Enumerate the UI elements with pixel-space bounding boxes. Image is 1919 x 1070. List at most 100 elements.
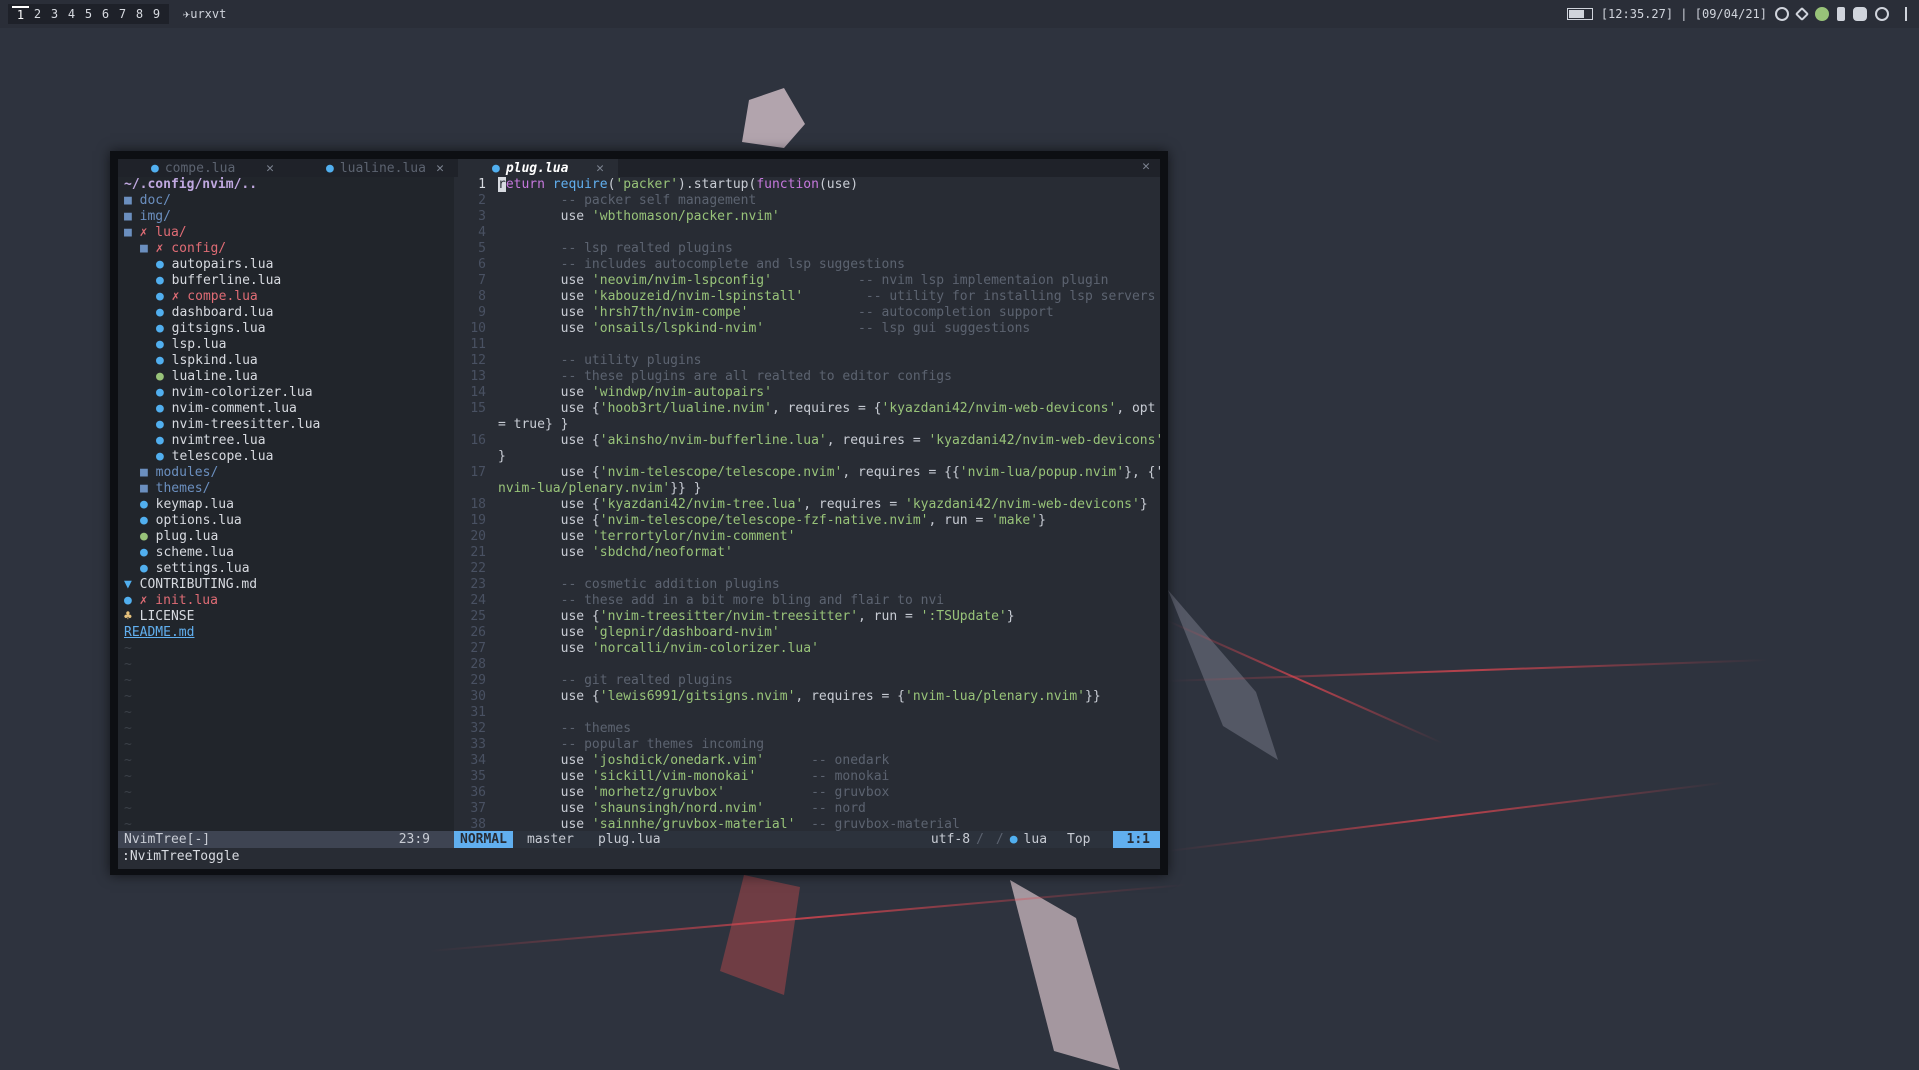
workspace-5[interactable]: 5	[80, 7, 97, 21]
code-buffer[interactable]: 1 return require('packer').startup(functi…	[454, 177, 1160, 831]
code-line[interactable]: 22	[454, 561, 1160, 577]
tree-entry[interactable]: ● lspkind.lua	[118, 353, 454, 369]
code-line[interactable]: 18 use {'kyazdani42/nvim-tree.lua', requ…	[454, 497, 1160, 513]
code-line[interactable]: 35 use 'sickill/vim-monokai' -- monokai	[454, 769, 1160, 785]
close-icon[interactable]: ✕	[436, 161, 444, 176]
code-line[interactable]: 2 -- packer self management	[454, 193, 1160, 209]
code-line[interactable]: 5 -- lsp realted plugins	[454, 241, 1160, 257]
code-line[interactable]: 15 use {'hoob3rt/lualine.nvim', requires…	[454, 401, 1160, 417]
tree-buffer-name: NvimTree[-]	[124, 832, 211, 847]
tree-entry[interactable]: ● nvim-colorizer.lua	[118, 385, 454, 401]
tab-lualine[interactable]: ● lualine.lua ✕	[288, 161, 458, 176]
code-line[interactable]: 36 use 'morhetz/gruvbox' -- gruvbox	[454, 785, 1160, 801]
code-line[interactable]: 20 use 'terrortylor/nvim-comment'	[454, 529, 1160, 545]
tray-app-icon[interactable]	[1815, 7, 1829, 21]
tree-entry[interactable]: ● nvimtree.lua	[118, 433, 454, 449]
tree-entry[interactable]: ● plug.lua	[118, 529, 454, 545]
code-line[interactable]: 30 use {'lewis6991/gitsigns.nvim', requi…	[454, 689, 1160, 705]
code-line[interactable]: 21 use 'sbdchd/neoformat'	[454, 545, 1160, 561]
tree-entry[interactable]: ● nvim-treesitter.lua	[118, 417, 454, 433]
code-line[interactable]: 9 use 'hrsh7th/nvim-compe' -- autocomple…	[454, 305, 1160, 321]
tree-entry[interactable]: ♣ LICENSE	[118, 609, 454, 625]
workspace-2[interactable]: 2	[29, 7, 46, 21]
workspace-8[interactable]: 8	[131, 7, 148, 21]
code-line[interactable]: 32 -- themes	[454, 721, 1160, 737]
tree-entry[interactable]: ■ modules/	[118, 465, 454, 481]
code-line[interactable]: 38 use 'sainnhe/gruvbox-material' -- gru…	[454, 817, 1160, 831]
tree-entry[interactable]: ▼ CONTRIBUTING.md	[118, 577, 454, 593]
tab-compe[interactable]: ● compe.lua ✕	[118, 161, 288, 176]
tree-entry[interactable]: ● telescope.lua	[118, 449, 454, 465]
code-line[interactable]: 13 -- these plugins are all realted to e…	[454, 369, 1160, 385]
tree-entry[interactable]: ● keymap.lua	[118, 497, 454, 513]
code-line[interactable]: 1 return require('packer').startup(functi…	[454, 177, 1160, 193]
neovim-editor[interactable]: ● compe.lua ✕ ● lualine.lua ✕ ● plug.lua…	[118, 159, 1160, 869]
code-line[interactable]: 8 use 'kabouzeid/nvim-lspinstall' -- uti…	[454, 289, 1160, 305]
pin-icon[interactable]	[1794, 6, 1810, 22]
workspace-6[interactable]: 6	[97, 7, 114, 21]
code-line[interactable]: 27 use 'norcalli/nvim-colorizer.lua'	[454, 641, 1160, 657]
tree-entry[interactable]: ● gitsigns.lua	[118, 321, 454, 337]
tree-entry[interactable]: ● settings.lua	[118, 561, 454, 577]
code-line[interactable]: 29 -- git realted plugins	[454, 673, 1160, 689]
pause-icon[interactable]	[1775, 7, 1789, 21]
close-all-icon[interactable]: ✕	[1142, 159, 1150, 174]
code-token: 'make'	[991, 513, 1039, 528]
code-line[interactable]: nvim-lua/plenary.nvim'}} }	[454, 481, 1160, 497]
phone-icon[interactable]	[1837, 7, 1845, 21]
command-line[interactable]: :NvimTreeToggle	[122, 849, 239, 864]
workspace-1[interactable]: 1	[12, 6, 29, 22]
close-icon[interactable]: ✕	[266, 161, 274, 176]
code-line[interactable]: 4	[454, 225, 1160, 241]
github-icon[interactable]	[1875, 7, 1889, 21]
tree-entry[interactable]: ● nvim-comment.lua	[118, 401, 454, 417]
code-line[interactable]: 37 use 'shaunsingh/nord.nvim' -- nord	[454, 801, 1160, 817]
code-line[interactable]: 31	[454, 705, 1160, 721]
code-line[interactable]: 3 use 'wbthomason/packer.nvim'	[454, 209, 1160, 225]
code-line[interactable]: 7 use 'neovim/nvim-lspconfig' -- nvim ls…	[454, 273, 1160, 289]
tab-plug[interactable]: ● plug.lua ✕	[458, 159, 618, 177]
tree-entry[interactable]: ● options.lua	[118, 513, 454, 529]
tree-entry[interactable]: ● lualine.lua	[118, 369, 454, 385]
tree-entry[interactable]: ■ ✗ config/	[118, 241, 454, 257]
nvim-tree-panel[interactable]: ~/.config/nvim/.. ■ doc/■ img/■ ✗ lua/■ …	[118, 177, 454, 831]
tree-entry[interactable]: ● ✗ compe.lua	[118, 289, 454, 305]
tree-entry[interactable]: ● dashboard.lua	[118, 305, 454, 321]
code-line[interactable]: 16 use {'akinsho/nvim-bufferline.lua', r…	[454, 433, 1160, 449]
code-line[interactable]: 26 use 'glepnir/dashboard-nvim'	[454, 625, 1160, 641]
terminal-window[interactable]: ● compe.lua ✕ ● lualine.lua ✕ ● plug.lua…	[110, 151, 1168, 875]
tree-entry[interactable]: ● autopairs.lua	[118, 257, 454, 273]
code-line[interactable]: 10 use 'onsails/lspkind-nvim' -- lsp gui…	[454, 321, 1160, 337]
code-line[interactable]: 28	[454, 657, 1160, 673]
workspace-9[interactable]: 9	[148, 7, 165, 21]
workspace-7[interactable]: 7	[114, 7, 131, 21]
code-line[interactable]: 14 use 'windwp/nvim-autopairs'	[454, 385, 1160, 401]
tree-entry[interactable]: ■ img/	[118, 209, 454, 225]
code-line[interactable]: }	[454, 449, 1160, 465]
tree-entry[interactable]: ■ themes/	[118, 481, 454, 497]
code-line[interactable]: 12 -- utility plugins	[454, 353, 1160, 369]
tree-entry[interactable]: ■ ✗ lua/	[118, 225, 454, 241]
tree-entry[interactable]: ● scheme.lua	[118, 545, 454, 561]
code-line[interactable]: 6 -- includes autocomplete and lsp sugge…	[454, 257, 1160, 273]
tree-root[interactable]: ~/.config/nvim/..	[118, 177, 454, 193]
tree-entry[interactable]: ● lsp.lua	[118, 337, 454, 353]
tree-entry[interactable]: ● ✗ init.lua	[118, 593, 454, 609]
close-icon[interactable]: ✕	[596, 161, 604, 176]
tree-entry[interactable]: README.md	[118, 625, 454, 641]
code-line[interactable]: 11	[454, 337, 1160, 353]
code-line[interactable]: 23 -- cosmetic addition plugins	[454, 577, 1160, 593]
code-line[interactable]: 24 -- these add in a bit more bling and …	[454, 593, 1160, 609]
code-line[interactable]: 25 use {'nvim-treesitter/nvim-treesitter…	[454, 609, 1160, 625]
code-line[interactable]: 33 -- popular themes incoming	[454, 737, 1160, 753]
code-line[interactable]: 17 use {'nvim-telescope/telescope.nvim',…	[454, 465, 1160, 481]
discord-icon[interactable]	[1853, 7, 1867, 21]
workspace-4[interactable]: 4	[63, 7, 80, 21]
workspace-3[interactable]: 3	[46, 7, 63, 21]
tree-entry[interactable]: ● bufferline.lua	[118, 273, 454, 289]
tree-entry[interactable]: ■ doc/	[118, 193, 454, 209]
code-line[interactable]: = true} }	[454, 417, 1160, 433]
code-line[interactable]: 34 use 'joshdick/onedark.vim' -- onedark	[454, 753, 1160, 769]
empty-line-marker: ~	[124, 817, 132, 831]
code-line[interactable]: 19 use {'nvim-telescope/telescope-fzf-na…	[454, 513, 1160, 529]
